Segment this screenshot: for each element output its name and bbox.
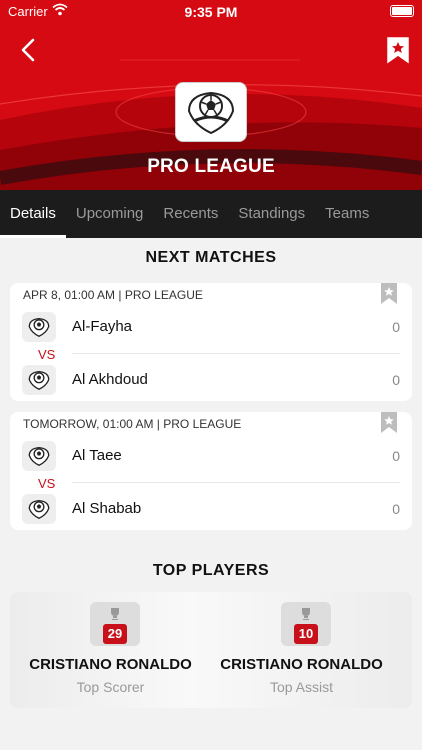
soccer-ball-shield-icon — [187, 91, 235, 135]
divider — [72, 482, 400, 483]
top-players-title: TOP PLAYERS — [152, 562, 270, 579]
home-team-row: Al-Fayha 0 — [22, 312, 400, 342]
away-team-row: Al Shabab 0 — [22, 494, 400, 524]
away-team-score: 0 — [392, 501, 400, 517]
match-meta: APR 8, 01:00 AM | PRO LEAGUE — [23, 288, 203, 302]
team-logo — [22, 365, 56, 395]
home-team-name: Al-Fayha — [72, 318, 133, 335]
back-button[interactable] — [14, 34, 46, 66]
away-team-row: Al Akhdoud 0 — [22, 365, 400, 395]
player-role: Top Assist — [269, 679, 334, 695]
trophy-icon — [111, 608, 119, 620]
home-team-name: Al Taee — [72, 447, 122, 464]
away-team-name: Al Akhdoud — [72, 371, 148, 388]
league-title: PRO LEAGUE — [147, 156, 275, 177]
league-header: Carrier 9:35 PM PRO LEAGUE — [0, 0, 422, 190]
clock: 9:35 PM — [184, 4, 238, 20]
trophy-icon — [302, 608, 310, 620]
team-logo — [22, 312, 56, 342]
top-assist-player[interactable]: 10 CRISTIANO RONALDO Top Assist — [201, 592, 402, 708]
soccer-ball-shield-icon — [28, 446, 50, 466]
tab-upcoming[interactable]: Upcoming — [66, 190, 154, 238]
divider — [72, 353, 400, 354]
player-name: CRISTIANO RONALDO — [220, 656, 383, 673]
tab-details[interactable]: Details — [0, 190, 66, 238]
league-logo — [175, 82, 247, 142]
bookmark-star-icon — [387, 37, 409, 64]
back-chevron-icon — [21, 38, 35, 62]
tab-recents[interactable]: Recents — [153, 190, 228, 238]
tab-bar: Details Upcoming Recents Standings Teams — [0, 190, 422, 238]
team-logo — [22, 441, 56, 471]
match-card[interactable]: APR 8, 01:00 AM | PRO LEAGUE Al-Fayha 0 … — [10, 283, 412, 401]
home-team-score: 0 — [392, 319, 400, 335]
tab-standings[interactable]: Standings — [228, 190, 315, 238]
jersey-number: 10 — [294, 624, 318, 644]
bookmark-star-icon[interactable] — [380, 412, 398, 434]
player-name: CRISTIANO RONALDO — [29, 656, 192, 673]
player-avatar: 29 — [90, 602, 140, 646]
bookmark-star-icon[interactable] — [380, 283, 398, 305]
soccer-ball-shield-icon — [28, 370, 50, 390]
home-team-score: 0 — [392, 448, 400, 464]
match-meta: TOMORROW, 01:00 AM | PRO LEAGUE — [23, 417, 242, 431]
status-bar: Carrier 9:35 PM — [0, 0, 422, 24]
vs-label: VS — [38, 347, 56, 362]
vs-label: VS — [38, 476, 56, 491]
jersey-number: 29 — [103, 624, 127, 644]
player-role: Top Scorer — [76, 679, 145, 695]
bookmark-button[interactable] — [386, 36, 410, 64]
top-scorer-player[interactable]: 29 CRISTIANO RONALDO Top Scorer — [10, 592, 211, 708]
away-team-name: Al Shabab — [72, 500, 142, 517]
next-matches-title: NEXT MATCHES — [145, 249, 277, 266]
battery-icon — [390, 5, 414, 17]
home-team-row: Al Taee 0 — [22, 441, 400, 471]
player-avatar: 10 — [281, 602, 331, 646]
away-team-score: 0 — [392, 372, 400, 388]
team-logo — [22, 494, 56, 524]
tab-teams[interactable]: Teams — [315, 190, 379, 238]
soccer-ball-shield-icon — [28, 317, 50, 337]
top-players-card: 29 CRISTIANO RONALDO Top Scorer 10 CRIST… — [10, 592, 412, 708]
soccer-ball-shield-icon — [28, 499, 50, 519]
match-card[interactable]: TOMORROW, 01:00 AM | PRO LEAGUE Al Taee … — [10, 412, 412, 530]
